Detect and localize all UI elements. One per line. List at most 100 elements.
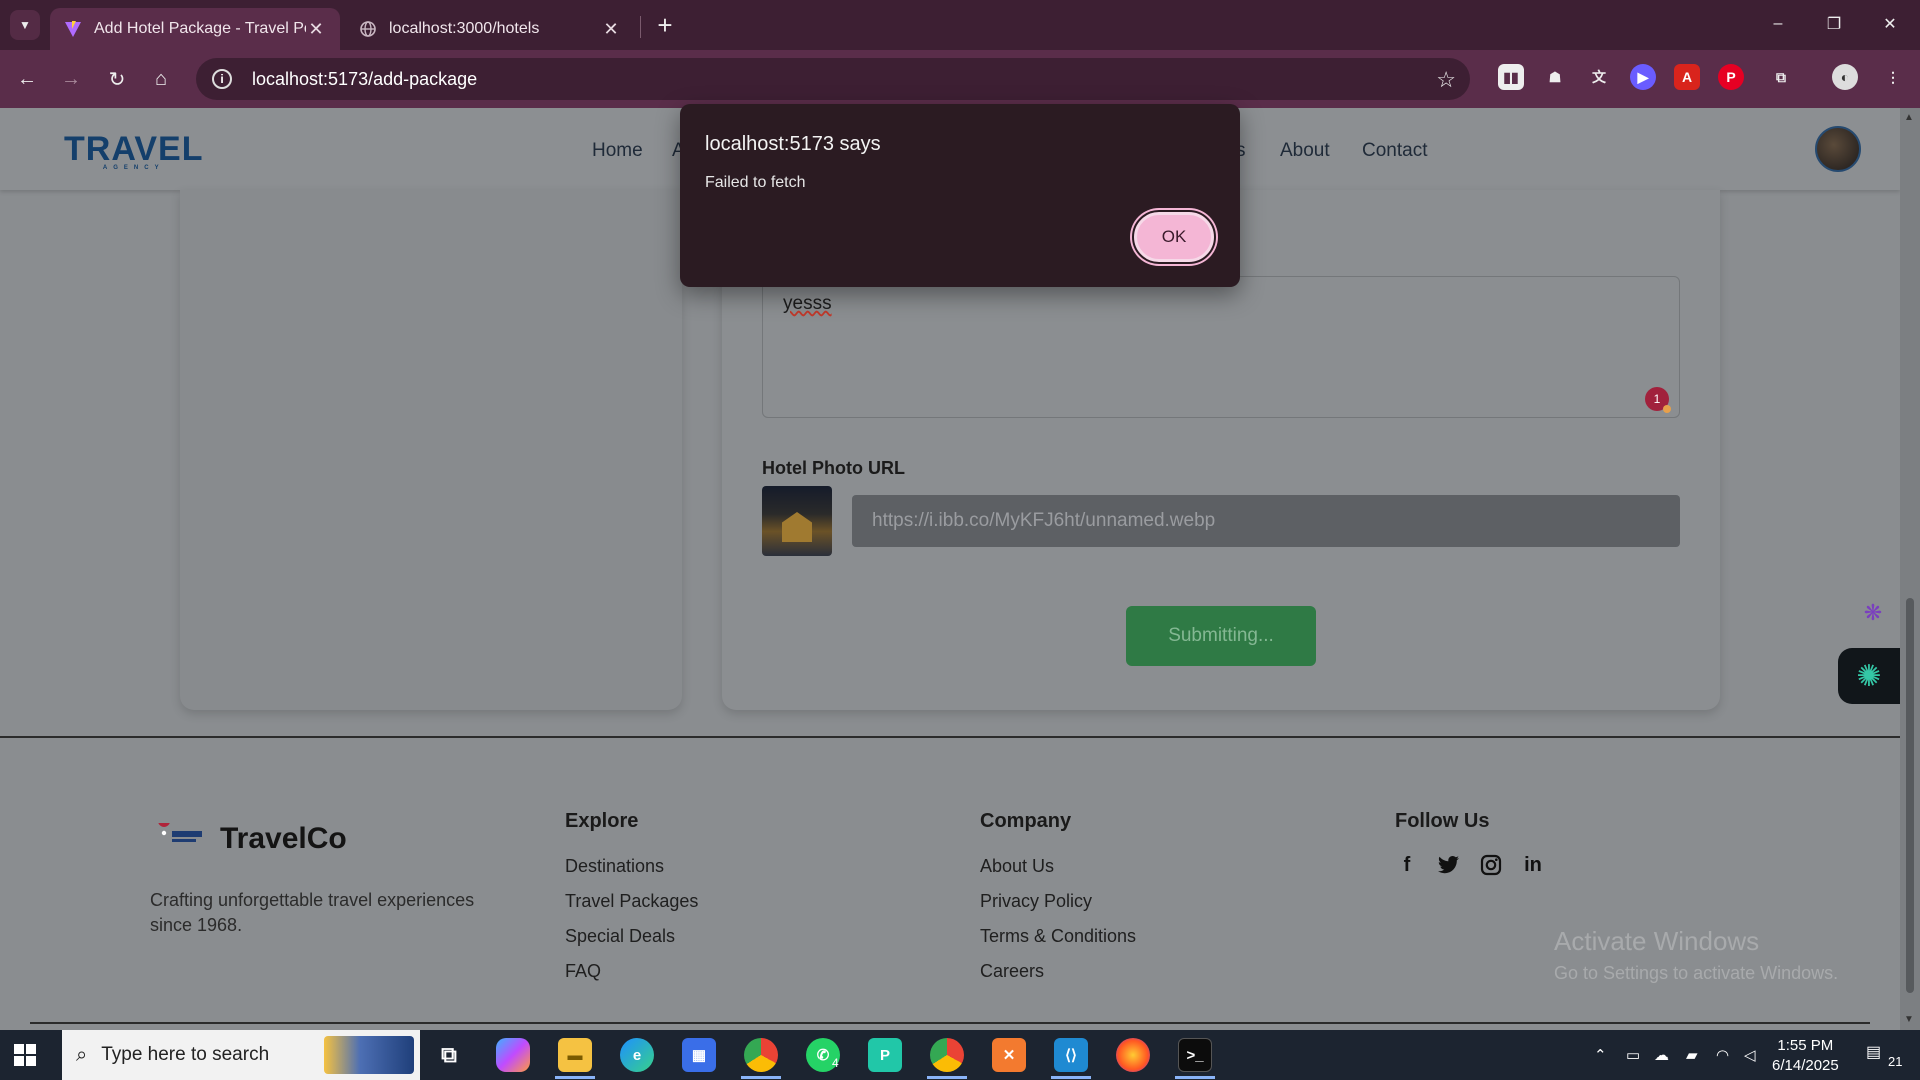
- running-indicator: [1175, 1076, 1215, 1079]
- reload-icon[interactable]: ↻: [102, 64, 132, 94]
- site-info-icon[interactable]: i: [212, 69, 232, 89]
- tab-add-hotel-package[interactable]: Add Hotel Package - Travel Port ✕: [50, 8, 340, 50]
- textarea-value: yesss: [783, 293, 832, 314]
- wifi-icon[interactable]: ◠: [1716, 1046, 1729, 1064]
- vite-favicon-icon: [64, 20, 82, 38]
- close-window-icon[interactable]: ✕: [1862, 0, 1918, 48]
- submit-button[interactable]: Submitting...: [1126, 606, 1316, 666]
- nav-about[interactable]: About: [1280, 140, 1330, 162]
- footer-link-destinations[interactable]: Destinations: [565, 856, 664, 877]
- footer-follow-us-title: Follow Us: [1395, 810, 1490, 832]
- taskbar-search-box[interactable]: ⌕ Type here to search: [62, 1030, 420, 1080]
- forward-icon[interactable]: →: [56, 64, 86, 94]
- footer-link-careers[interactable]: Careers: [980, 961, 1044, 982]
- grammarly-badge[interactable]: 1: [1645, 387, 1671, 413]
- footer-link-privacy-policy[interactable]: Privacy Policy: [980, 891, 1092, 912]
- vscode-icon[interactable]: ⟨⟩: [1054, 1038, 1088, 1072]
- profile-avatar-icon[interactable]: ◐: [1832, 64, 1858, 90]
- terminal-icon[interactable]: >_: [1178, 1038, 1212, 1072]
- nav-contact[interactable]: Contact: [1362, 140, 1427, 162]
- footer-explore-title: Explore: [565, 810, 639, 832]
- left-panel-card: [180, 190, 682, 710]
- taskbar-clock[interactable]: 1:55 PM 6/14/2025: [1772, 1036, 1839, 1076]
- firefox-icon[interactable]: [1116, 1038, 1150, 1072]
- chrome-icon[interactable]: [744, 1038, 778, 1072]
- notification-center-icon[interactable]: ▤: [1866, 1042, 1881, 1062]
- pinterest-icon[interactable]: P: [1718, 64, 1744, 90]
- linkedin-icon[interactable]: in: [1520, 852, 1546, 878]
- tray-overflow-icon[interactable]: ⌃: [1594, 1046, 1607, 1064]
- extensions-puzzle-icon[interactable]: ⧉: [1768, 64, 1794, 90]
- running-indicator: [1051, 1076, 1091, 1079]
- user-avatar[interactable]: [1815, 126, 1861, 172]
- brain-extension-icon[interactable]: ❋: [1858, 598, 1888, 628]
- pycharm-icon[interactable]: P: [868, 1038, 902, 1072]
- hotel-photo-preview: [762, 486, 832, 556]
- scroll-up-icon[interactable]: ▲: [1904, 112, 1914, 123]
- alert-dialog: localhost:5173 says Failed to fetch OK: [680, 104, 1240, 287]
- volume-icon[interactable]: ◁: [1744, 1046, 1756, 1064]
- chrome-profile-icon[interactable]: [930, 1038, 964, 1072]
- travel-agency-logo[interactable]: TRAVEL AGENCY: [64, 130, 203, 171]
- hotel-photo-url-input[interactable]: https://i.ibb.co/MyKFJ6ht/unnamed.webp: [852, 495, 1680, 547]
- search-placeholder: Type here to search: [101, 1044, 270, 1065]
- activate-windows-subtitle: Go to Settings to activate Windows.: [1554, 963, 1839, 983]
- translate-extension-icon[interactable]: 文: [1586, 64, 1612, 90]
- url-input[interactable]: i localhost:5173/add-package ☆: [196, 58, 1470, 100]
- chatgpt-sidebar-icon[interactable]: ✺: [1838, 648, 1900, 704]
- xampp-icon[interactable]: ✕: [992, 1038, 1026, 1072]
- notification-count: 21: [1888, 1054, 1903, 1069]
- search-highlight-image: [324, 1036, 414, 1074]
- footer-divider: [30, 1022, 1870, 1024]
- reading-list-icon[interactable]: ▮▮: [1498, 64, 1524, 90]
- file-explorer-icon[interactable]: ▬: [558, 1038, 592, 1072]
- scrollbar-thumb[interactable]: [1906, 598, 1914, 993]
- bookmark-star-icon[interactable]: ☆: [1436, 67, 1456, 93]
- clock-time: 1:55 PM: [1777, 1037, 1834, 1054]
- task-view-icon[interactable]: ⧉: [432, 1038, 466, 1072]
- tab-title: Add Hotel Package - Travel Port: [94, 20, 306, 37]
- back-icon[interactable]: ←: [12, 64, 42, 94]
- alert-ok-button[interactable]: OK: [1132, 210, 1216, 264]
- footer-link-faq[interactable]: FAQ: [565, 961, 601, 982]
- footer-link-terms[interactable]: Terms & Conditions: [980, 926, 1136, 947]
- restore-icon[interactable]: ❐: [1806, 0, 1862, 48]
- browser-menu-icon[interactable]: ⋮: [1880, 64, 1906, 90]
- facebook-icon[interactable]: f: [1394, 852, 1420, 878]
- meet-now-icon[interactable]: ▭: [1626, 1046, 1640, 1064]
- clock-date: 6/14/2025: [1772, 1057, 1839, 1074]
- play-extension-icon[interactable]: ▶: [1630, 64, 1656, 90]
- windows-taskbar: ⌕ Type here to search ⧉ ▬ e ▦ ✆ 4 P ✕ ⟨⟩…: [0, 1030, 1920, 1080]
- travelco-logo-icon: [158, 823, 202, 842]
- pdf-extension-icon[interactable]: A: [1674, 64, 1700, 90]
- search-icon: ⌕: [76, 1043, 88, 1066]
- nav-home[interactable]: Home: [592, 140, 643, 162]
- minimize-icon[interactable]: –: [1750, 0, 1806, 48]
- instagram-icon[interactable]: [1478, 852, 1504, 878]
- twitter-icon[interactable]: [1436, 852, 1462, 878]
- hotel-photo-url-label: Hotel Photo URL: [762, 458, 905, 478]
- home-icon[interactable]: ⌂: [146, 64, 176, 94]
- scroll-down-icon[interactable]: ▼: [1904, 1014, 1914, 1025]
- battery-icon[interactable]: ▰: [1686, 1046, 1698, 1064]
- new-tab-icon[interactable]: +: [650, 10, 680, 40]
- tab-search-icon[interactable]: ▼: [10, 10, 40, 40]
- windows-start-icon[interactable]: [14, 1044, 36, 1066]
- tab-close-icon[interactable]: ✕: [306, 19, 326, 40]
- running-indicator: [741, 1076, 781, 1079]
- footer-brand: TravelCo: [220, 822, 347, 855]
- microsoft-store-icon[interactable]: ▦: [682, 1038, 716, 1072]
- tab-localhost-hotels[interactable]: localhost:3000/hotels ✕: [345, 8, 635, 50]
- page-scrollbar[interactable]: ▲ ▼: [1900, 108, 1920, 1030]
- copilot-icon[interactable]: [496, 1038, 530, 1072]
- footer-link-special-deals[interactable]: Special Deals: [565, 926, 675, 947]
- footer-link-travel-packages[interactable]: Travel Packages: [565, 891, 698, 912]
- incognito-extension-icon[interactable]: ☗: [1542, 64, 1568, 90]
- edge-icon[interactable]: e: [620, 1038, 654, 1072]
- onedrive-icon[interactable]: ☁: [1654, 1046, 1669, 1064]
- description-textarea[interactable]: yesss: [762, 276, 1680, 418]
- footer-company-title: Company: [980, 810, 1072, 832]
- tab-separator: [640, 16, 641, 38]
- tab-close-icon[interactable]: ✕: [601, 19, 621, 40]
- footer-link-about-us[interactable]: About Us: [980, 856, 1054, 877]
